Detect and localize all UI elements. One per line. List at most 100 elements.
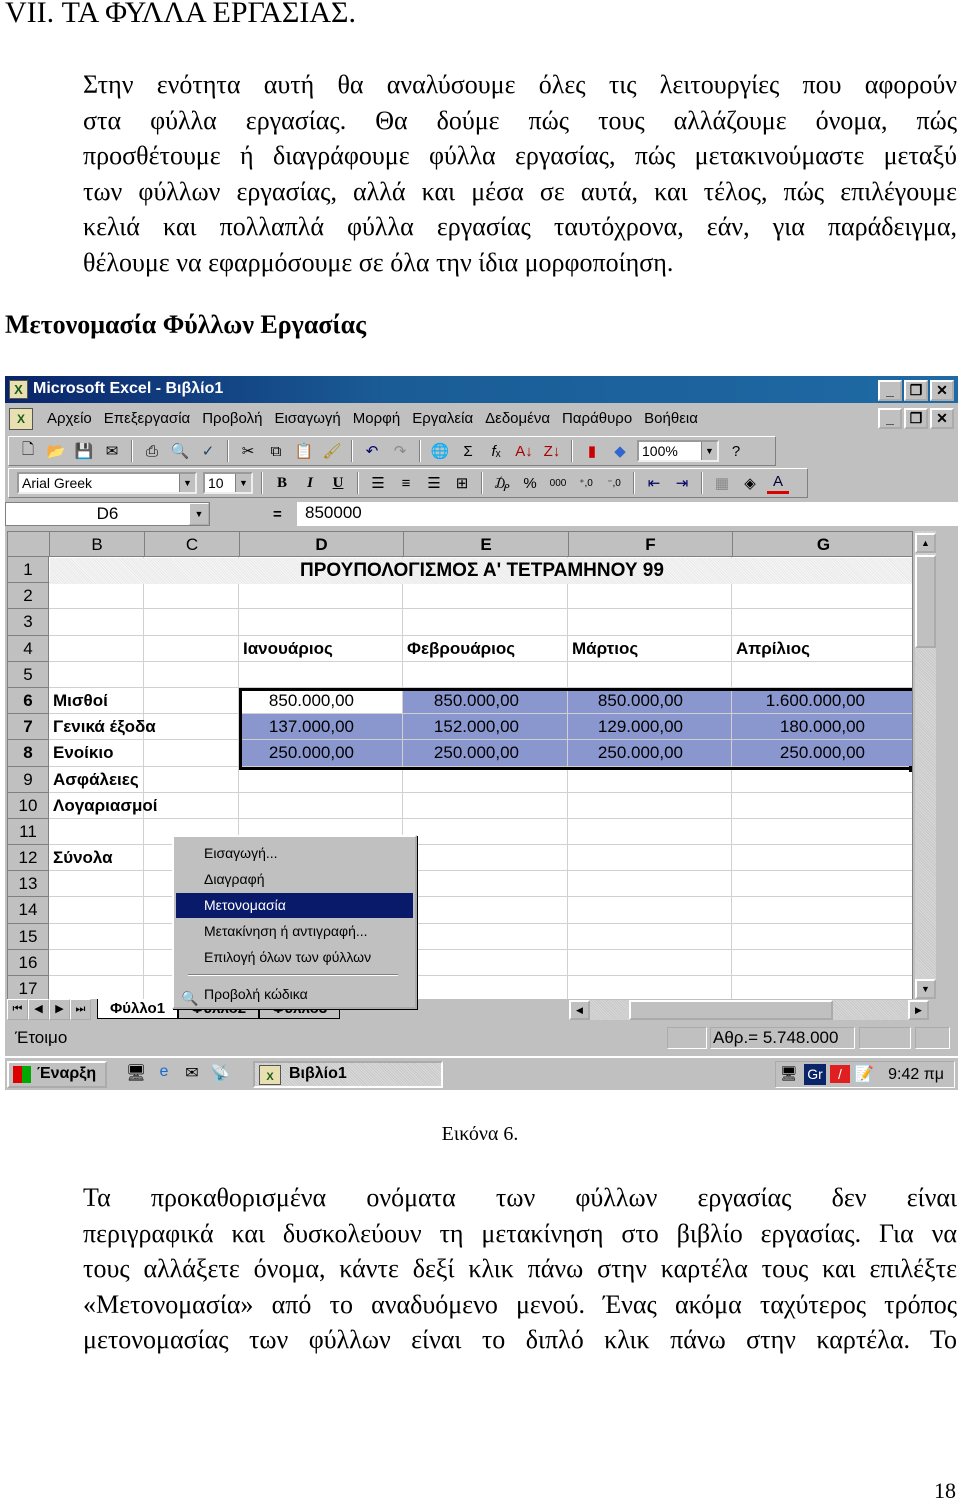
cell[interactable] [732,819,912,846]
select-all-button[interactable] [8,532,50,557]
cell[interactable] [144,635,239,662]
row-header[interactable]: 3 [8,609,49,636]
decrease-indent-icon[interactable]: ⇤ [643,472,665,494]
row-header[interactable]: 13 [8,871,49,898]
paste-icon[interactable]: 📋 [293,440,315,462]
doc-close-button[interactable]: ✕ [930,408,954,429]
cell[interactable] [239,766,403,793]
volume-mute-icon[interactable]: / [830,1065,850,1083]
menu-insert[interactable]: Εισαγωγή [273,410,341,427]
cell[interactable] [403,897,568,924]
menu-item-select-all-sheets[interactable]: Επιλογή όλων των φύλλων [176,945,413,970]
value-cell[interactable]: 850.000,00 [403,687,568,715]
cell[interactable] [403,661,568,688]
row-header[interactable]: 5 [8,661,49,688]
taskbar-workbook-button[interactable]: X Βιβλίο1 [253,1061,443,1088]
horizontal-scroll-thumb[interactable] [629,1000,833,1020]
cell[interactable] [49,661,144,688]
cell[interactable] [239,609,403,636]
cell[interactable] [144,792,239,819]
value-cell[interactable]: 152.000,00 [403,714,568,741]
cell[interactable] [239,792,403,819]
autosum-icon[interactable]: Σ [457,440,479,462]
merge-center-icon[interactable]: ⊞ [451,472,473,494]
row-header[interactable]: 12 [8,845,49,872]
currency-button[interactable]: ₯ [491,472,513,494]
workbook-icon[interactable]: X [9,408,33,430]
comma-button[interactable]: 000 [547,472,569,494]
chevron-down-icon[interactable]: ▼ [235,474,251,492]
sheet-title-cell[interactable]: ΠΡΟΥΠΟΛΟΓΙΣΜΟΣ Α' ΤΕΤΡΑΜΗΝΟΥ 99 [50,558,912,584]
cell[interactable] [568,897,732,924]
format-painter-icon[interactable]: 🖌 [321,440,343,462]
last-sheet-icon[interactable]: ⏭ [70,999,91,1020]
row-header[interactable]: 16 [8,949,49,976]
horizontal-scrollbar[interactable]: ◀ ▶ [569,1000,929,1020]
underline-button[interactable]: U [327,472,349,494]
doc-minimize-button[interactable]: _ [878,408,902,429]
outlook-icon[interactable]: ✉ [181,1063,203,1085]
cell[interactable] [568,583,732,610]
menu-item-view-code[interactable]: 🔍 Προβολή κώδικα [176,982,413,1007]
align-center-icon[interactable]: ≡ [395,472,417,494]
next-sheet-icon[interactable]: ▶ [49,999,70,1020]
cell[interactable] [403,609,568,636]
cell[interactable] [732,767,912,793]
row-label-cell[interactable]: Ασφάλειες [49,766,144,793]
cell[interactable] [568,949,732,976]
hyperlink-icon[interactable]: 🌐 [429,440,451,462]
cell[interactable] [403,949,568,976]
print-icon[interactable]: ⎙ [141,440,163,462]
row-label-cell[interactable]: Μισθοί [49,687,144,715]
menu-tools[interactable]: Εργαλεία [411,410,474,427]
cell[interactable] [144,740,239,767]
month-header-cell[interactable]: Απρίλιος [732,636,912,662]
align-left-icon[interactable]: ☰ [367,472,389,494]
value-cell[interactable]: 250.000,00 [239,740,403,767]
row-label-cell[interactable]: Λογαριασμοί [49,792,157,819]
sort-descending-icon[interactable]: Z↓ [541,440,563,462]
drawing-icon[interactable]: ◆ [609,440,631,462]
menu-edit[interactable]: Επεξεργασία [103,410,191,427]
redo-icon[interactable]: ↷ [389,440,411,462]
copy-icon[interactable]: ⧉ [265,440,287,462]
value-cell[interactable]: 850.000,00 [568,687,732,715]
cell[interactable] [568,661,732,688]
undo-icon[interactable]: ↶ [361,440,383,462]
row-header[interactable]: 9 [8,766,49,793]
channels-icon[interactable]: 📡 [209,1063,231,1085]
value-cell[interactable]: 250.000,00 [403,740,568,767]
month-header-cell[interactable]: Ιανουάριος [239,635,403,662]
cell[interactable] [144,687,239,715]
cell[interactable] [49,635,144,662]
chevron-down-icon[interactable]: ▼ [179,474,195,492]
desktop-icon[interactable]: 🖥 [125,1063,147,1085]
value-cell[interactable]: 250.000,00 [568,740,732,767]
cell[interactable] [144,714,239,741]
scroll-up-icon[interactable]: ▲ [915,533,936,553]
row-header[interactable]: 2 [8,583,49,610]
menu-help[interactable]: Βοήθεια [643,410,699,427]
align-right-icon[interactable]: ☰ [423,472,445,494]
cell[interactable] [732,609,912,636]
italic-button[interactable]: I [299,472,321,494]
internet-explorer-icon[interactable]: e [153,1063,175,1085]
menu-window[interactable]: Παράθυρο [561,410,633,427]
menu-item-rename[interactable]: Μετονομασία [176,893,413,918]
cell[interactable] [732,897,912,924]
cell[interactable] [403,871,568,898]
menu-view[interactable]: Προβολή [201,410,263,427]
email-icon[interactable]: ✉ [101,440,123,462]
row-header[interactable]: 17 [8,976,49,1000]
month-header-cell[interactable]: Μάρτιος [568,635,732,662]
cell[interactable] [49,923,144,950]
fill-handle[interactable] [909,766,912,772]
column-header[interactable]: G [733,532,912,557]
spelling-icon[interactable]: ✓ [197,440,219,462]
save-icon[interactable]: 💾 [73,440,95,462]
doc-restore-button[interactable]: ❐ [904,408,928,429]
font-color-icon[interactable]: A [767,472,789,494]
scroll-down-icon[interactable]: ▼ [915,979,936,999]
cell[interactable] [49,897,144,924]
chart-wizard-icon[interactable]: ▮ [581,440,603,462]
